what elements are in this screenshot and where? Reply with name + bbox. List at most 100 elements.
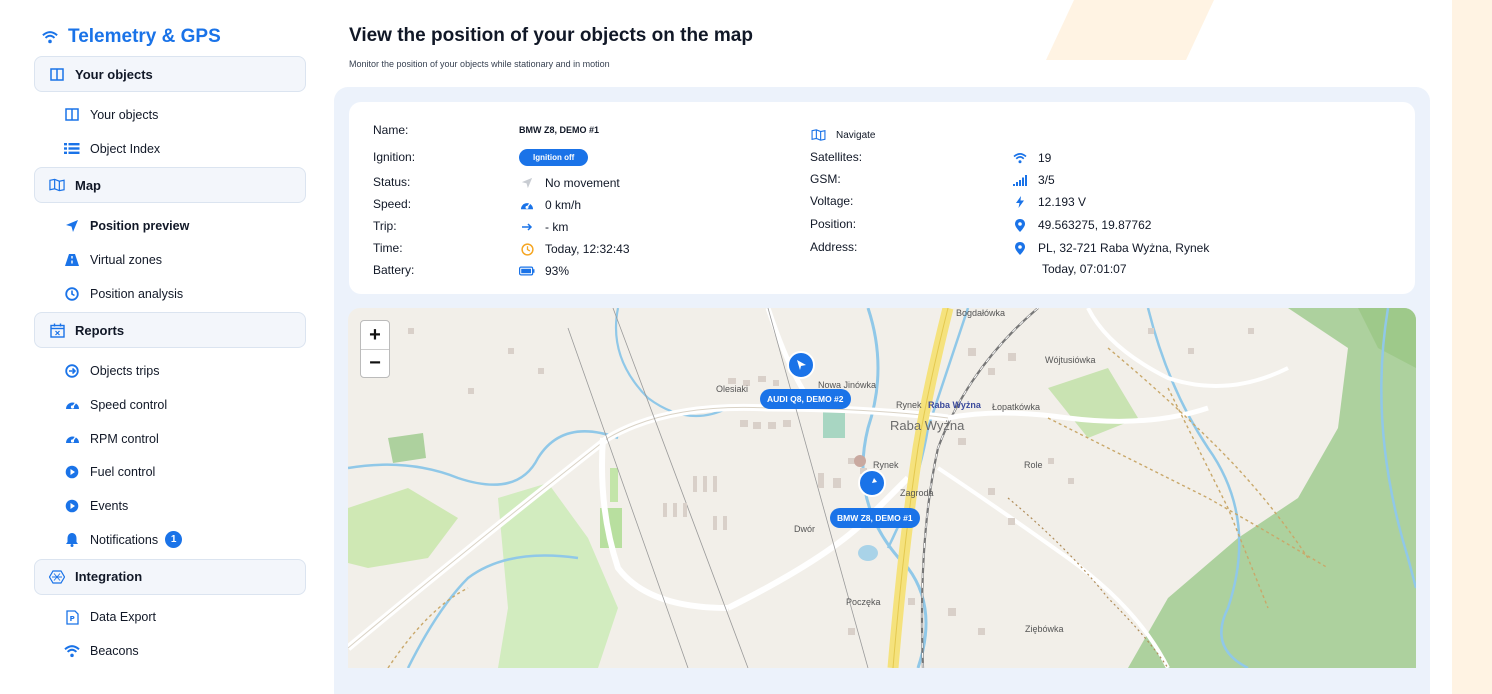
map-pin-icon: [1012, 240, 1028, 256]
bell-icon: [64, 532, 80, 548]
trip-label: Trip:: [373, 219, 397, 233]
vehicle-label-bmw[interactable]: BMW Z8, DEMO #1: [830, 508, 920, 528]
address-time: Today, 07:01:07: [1042, 262, 1127, 276]
wifi-icon: [1012, 150, 1028, 166]
section-label: Map: [75, 177, 101, 193]
page-subtitle: Monitor the position of your objects whi…: [349, 59, 610, 69]
gsm-value: 3/5: [1012, 172, 1055, 188]
navigation-arrow-icon: [64, 218, 80, 234]
speed-text: 0 km/h: [545, 198, 582, 212]
navigation-arrow-icon: [870, 478, 877, 488]
sidebar-item-fuel-control[interactable]: Fuel control: [34, 456, 306, 490]
zoom-out-button[interactable]: −: [361, 349, 389, 377]
section-map[interactable]: Map: [34, 167, 306, 204]
zoom-control: + −: [360, 320, 390, 378]
map-place-label: Bogdałówka: [956, 308, 1006, 318]
speed-label: Speed:: [373, 197, 412, 211]
arrow-right-icon: [519, 219, 535, 235]
battery-label: Battery:: [373, 263, 415, 277]
vehicle-marker-bmw[interactable]: [858, 469, 886, 497]
ignition-pill: Ignition off: [519, 149, 589, 166]
trip-value: - km: [519, 219, 568, 235]
sidebar-item-data-export[interactable]: P Data Export: [34, 601, 306, 635]
speedometer-icon: [519, 197, 535, 213]
sidebar-item-label: Events: [90, 499, 129, 514]
time-text: Today, 12:32:43: [545, 242, 630, 256]
voltage-text: 12.193 V: [1038, 195, 1087, 209]
brand-title: Telemetry & GPS: [68, 26, 221, 47]
gsm-text: 3/5: [1038, 173, 1055, 187]
address-text: PL, 32-721 Raba Wyżna, Rynek: [1038, 241, 1210, 255]
brand: Telemetry & GPS: [42, 24, 306, 50]
sidebar-item-label: Object Index: [90, 141, 161, 156]
sidebar-item-your-objects[interactable]: Your objects: [34, 98, 306, 132]
map-icon: [810, 127, 826, 143]
map-place-label: Dwór: [794, 524, 816, 534]
map-place-label: Role: [1024, 460, 1043, 470]
file-icon: P: [64, 609, 80, 625]
sidebar-item-label: Your objects: [90, 107, 159, 122]
sidebar-item-objects-trips[interactable]: Objects trips: [34, 354, 306, 388]
section-reports[interactable]: Reports: [34, 312, 306, 349]
wifi-icon: [42, 29, 58, 45]
wifi-icon: [64, 643, 80, 659]
clock-icon: [64, 286, 80, 302]
sidebar-item-virtual-zones[interactable]: Virtual zones: [34, 243, 306, 277]
ignition-status: Ignition off: [519, 149, 589, 166]
sidebar-item-label: Virtual zones: [90, 252, 163, 267]
signal-bars-icon: [1012, 172, 1028, 188]
map-pin-icon: [1012, 217, 1028, 233]
vehicle-label-audi[interactable]: AUDI Q8, DEMO #2: [760, 389, 851, 409]
map-place-label: Zagroda: [900, 488, 934, 498]
voltage-value: 12.193 V: [1012, 194, 1086, 210]
sidebar-item-events[interactable]: Events: [34, 489, 306, 523]
ignition-label: Ignition:: [373, 150, 416, 164]
sidebar-item-beacons[interactable]: Beacons: [34, 634, 306, 668]
status-label: Status:: [373, 175, 411, 189]
object-details-card: Name: Ignition: Status: Speed: Trip: Tim…: [349, 102, 1415, 294]
svg-text:P: P: [69, 615, 74, 623]
sidebar-item-position-preview[interactable]: Position preview: [34, 209, 306, 243]
sidebar-item-rpm-control[interactable]: RPM control: [34, 422, 306, 456]
sidebar-item-notifications[interactable]: Notifications 1: [34, 523, 306, 557]
zoom-in-button[interactable]: +: [361, 321, 389, 349]
time-value: Today, 12:32:43: [519, 241, 630, 257]
sidebar-item-label: Notifications: [90, 532, 159, 547]
map-place-label: Rynek: [873, 460, 899, 470]
battery-icon: [519, 263, 535, 279]
map-place-label: Poczęka: [846, 597, 881, 607]
sidebar-item-object-index[interactable]: Object Index: [34, 132, 306, 166]
sidebar-item-label: Speed control: [90, 397, 168, 412]
section-integration[interactable]: Integration: [34, 558, 306, 595]
navigation-arrow-icon: [797, 360, 806, 370]
status-value: No movement: [519, 175, 620, 191]
time-label: Time:: [373, 241, 403, 255]
satellites-label: Satellites:: [810, 150, 863, 164]
section-label: Integration: [75, 569, 143, 585]
name-label: Name:: [373, 123, 409, 137]
map-place-label: Raba Wyżna: [928, 400, 981, 410]
sidebar-item-label: Fuel control: [90, 465, 156, 480]
position-text: 49.563275, 19.87762: [1038, 218, 1152, 232]
satellites-text: 19: [1038, 151, 1052, 165]
navigate-label: Navigate: [836, 129, 876, 141]
sidebar: Telemetry & GPS Your objects Your object…: [34, 24, 306, 668]
address-value: PL, 32-721 Raba Wyżna, Rynek: [1012, 240, 1209, 256]
sidebar-item-label: Data Export: [90, 610, 157, 625]
vehicle-marker-audi[interactable]: [787, 351, 815, 379]
calendar-icon: [49, 322, 65, 338]
columns-icon: [64, 107, 80, 123]
sidebar-item-speed-control[interactable]: Speed control: [34, 388, 306, 422]
navigate-link[interactable]: Navigate: [810, 127, 875, 143]
page-title: View the position of your objects on the…: [349, 25, 753, 46]
lightning-icon: [1012, 194, 1028, 210]
status-text: No movement: [545, 176, 620, 190]
hexagon-icon: [49, 569, 65, 585]
map-place-label: Wójtusiówka: [1045, 355, 1096, 365]
map-place-label: Olesiaki: [716, 384, 749, 394]
sidebar-item-position-analysis[interactable]: Position analysis: [34, 277, 306, 311]
section-your-objects[interactable]: Your objects: [34, 56, 306, 92]
section-label: Your objects: [75, 66, 153, 82]
map-view[interactable]: + − Bogdałówka Wójtusiówka Olesiaki Nowa…: [348, 308, 1416, 668]
position-value: 49.563275, 19.87762: [1012, 217, 1151, 233]
